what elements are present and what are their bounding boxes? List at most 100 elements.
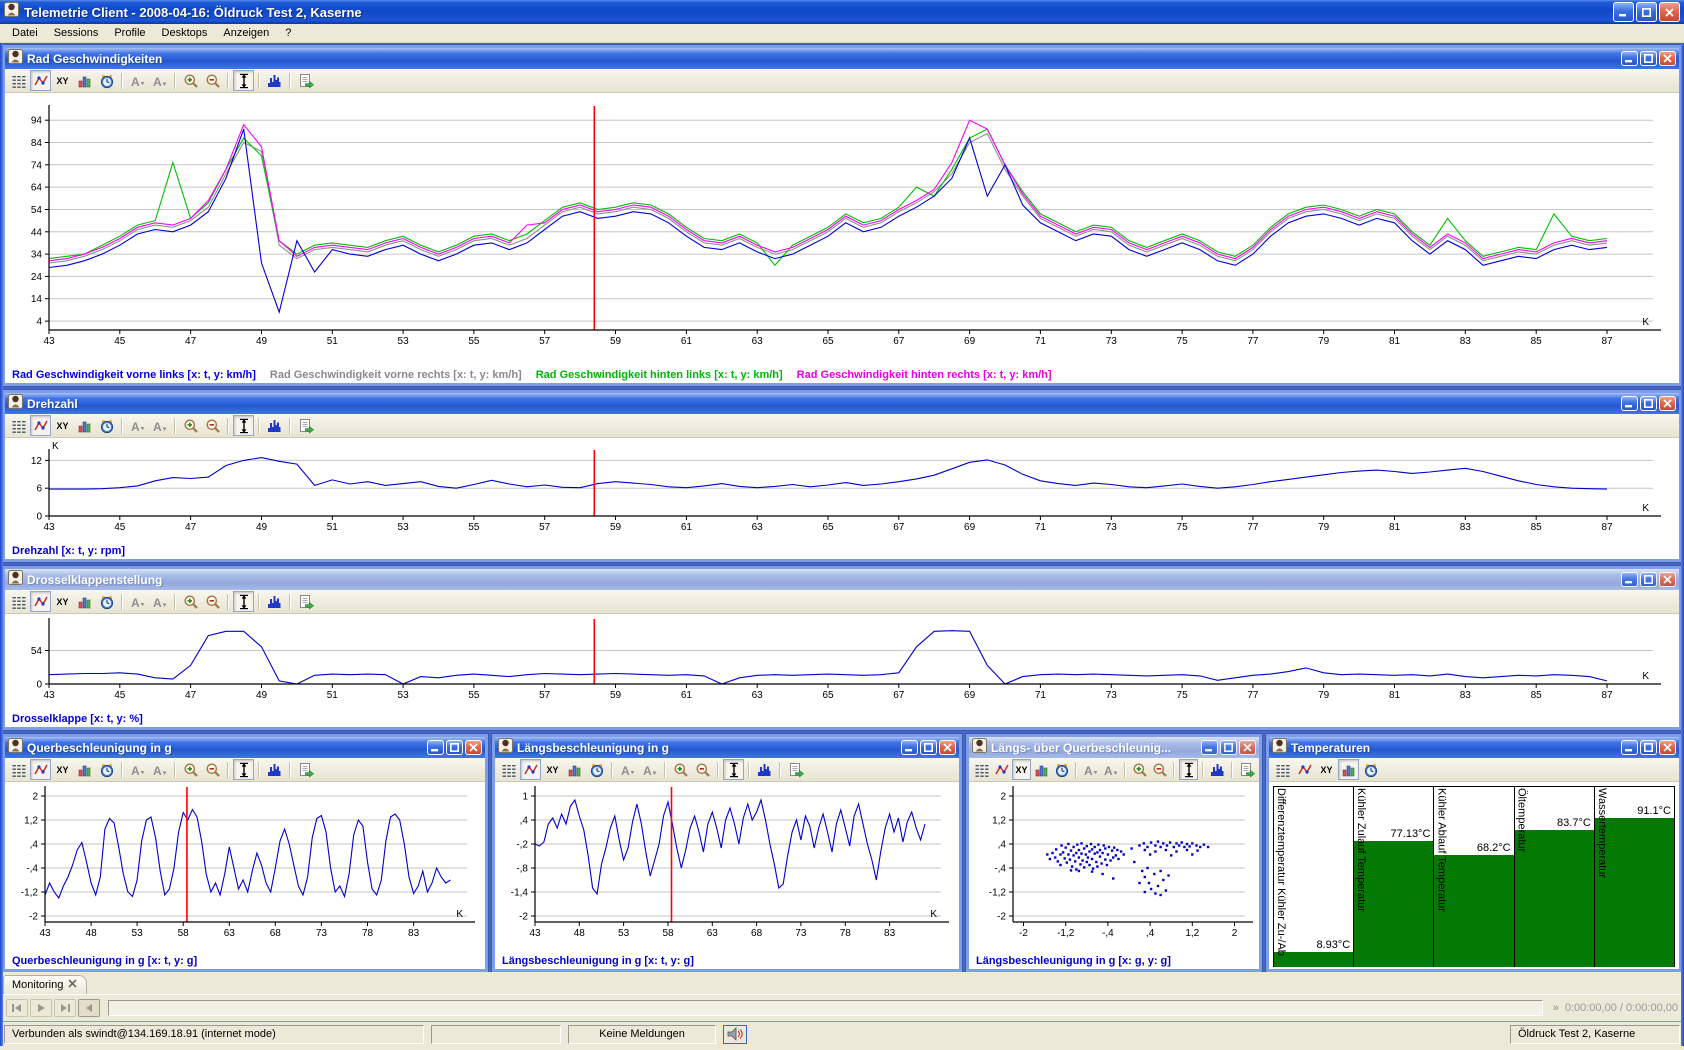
zoom-in-icon[interactable] [670, 759, 691, 780]
clock-icon[interactable] [1052, 759, 1071, 780]
a-up-icon[interactable]: A [127, 70, 148, 91]
fit-v-icon[interactable] [233, 591, 254, 612]
line-icon[interactable] [520, 759, 541, 780]
zoom-in-icon[interactable] [180, 759, 201, 780]
menu-item-profile[interactable]: Profile [106, 25, 153, 41]
clock-icon[interactable] [1360, 759, 1381, 780]
maximize-button[interactable] [1640, 740, 1657, 755]
maximize-button[interactable] [1220, 740, 1237, 755]
maximize-button[interactable] [1640, 396, 1657, 411]
hist-icon[interactable] [264, 591, 285, 612]
menu-item-anzeigen[interactable]: Anzeigen [215, 25, 277, 41]
chart-temperaturen[interactable]: Differenztemperatur Kühler Zu-/Ab 8.93°C K… [1273, 786, 1676, 967]
minimize-button[interactable] [1201, 740, 1218, 755]
chart-laengs-ueber-quer[interactable]: 2 1,2 ,4 -,4 -1,2 -2 -2 -1,2 -,4 ,4 1,2 2 [969, 782, 1259, 952]
xy-icon[interactable]: XY [1012, 759, 1031, 780]
chart-rad-geschwindigkeiten[interactable]: 94 84 74 64 54 44 34 24 14 4 43 45 47 49 51 53 55 57 59 61 6… [5, 93, 1679, 366]
hist-icon[interactable] [264, 759, 285, 780]
jump-end-button[interactable] [54, 999, 76, 1017]
step-back-button[interactable] [78, 999, 100, 1017]
hist-icon[interactable] [264, 415, 285, 436]
line-icon[interactable] [30, 591, 51, 612]
a-down-icon[interactable]: A [639, 759, 660, 780]
a-down-icon[interactable]: A [149, 759, 170, 780]
bar-icon[interactable] [1338, 759, 1359, 780]
a-down-icon[interactable]: A [1101, 759, 1120, 780]
bar-icon[interactable] [1032, 759, 1051, 780]
list-icon[interactable] [1272, 759, 1293, 780]
jump-start-button[interactable] [6, 999, 28, 1017]
tab-monitoring[interactable]: Monitoring [3, 975, 88, 994]
hist-icon[interactable] [264, 70, 285, 91]
a-down-icon[interactable]: A [149, 591, 170, 612]
minimize-button[interactable] [1621, 396, 1638, 411]
xy-icon[interactable]: XY [52, 759, 73, 780]
close-button[interactable] [1659, 572, 1676, 587]
line-icon[interactable] [992, 759, 1011, 780]
export-icon[interactable] [1237, 759, 1256, 780]
minimize-button[interactable] [1621, 51, 1638, 66]
a-up-icon[interactable]: A [127, 591, 148, 612]
xy-icon[interactable]: XY [52, 415, 73, 436]
maximize-button[interactable] [446, 740, 463, 755]
clock-icon[interactable] [96, 415, 117, 436]
hist-icon[interactable] [754, 759, 775, 780]
bar-icon[interactable] [74, 70, 95, 91]
clock-icon[interactable] [586, 759, 607, 780]
window-titlebar[interactable]: Drosselklappenstellung [5, 569, 1679, 590]
close-button[interactable] [1659, 2, 1680, 22]
list-icon[interactable] [8, 70, 29, 91]
zoom-in-icon[interactable] [1130, 759, 1149, 780]
clock-icon[interactable] [96, 70, 117, 91]
window-titlebar[interactable]: Rad Geschwindigkeiten [5, 48, 1679, 69]
list-icon[interactable] [8, 591, 29, 612]
window-titlebar[interactable]: Temperaturen [1269, 737, 1679, 758]
menu-item-?[interactable]: ? [277, 25, 299, 41]
window-titlebar[interactable]: Längsbeschleunigung in g [495, 737, 959, 758]
close-button[interactable] [1659, 740, 1676, 755]
zoom-out-icon[interactable] [202, 70, 223, 91]
zoom-out-icon[interactable] [202, 591, 223, 612]
fit-v-icon[interactable] [1179, 759, 1198, 780]
a-down-icon[interactable]: A [149, 415, 170, 436]
fit-v-icon[interactable] [233, 70, 254, 91]
close-button[interactable] [939, 740, 956, 755]
fit-v-icon[interactable] [723, 759, 744, 780]
zoom-out-icon[interactable] [692, 759, 713, 780]
export-icon[interactable] [785, 759, 806, 780]
maximize-button[interactable] [920, 740, 937, 755]
line-icon[interactable] [30, 415, 51, 436]
line-icon[interactable] [30, 759, 51, 780]
a-up-icon[interactable]: A [127, 759, 148, 780]
list-icon[interactable] [498, 759, 519, 780]
maximize-button[interactable] [1640, 572, 1657, 587]
minimize-button[interactable] [1613, 2, 1634, 22]
window-titlebar[interactable]: Längs- über Querbeschleunig... [969, 737, 1259, 758]
menu-item-desktops[interactable]: Desktops [154, 25, 216, 41]
line-icon[interactable] [1294, 759, 1315, 780]
minimize-button[interactable] [1621, 572, 1638, 587]
zoom-in-icon[interactable] [180, 591, 201, 612]
minimize-button[interactable] [901, 740, 918, 755]
chart-drosselklappe[interactable]: 54 0 43 45 47 49 51 53 55 57 59 61 63 65 67 69 71 73 75 77 7… [5, 614, 1679, 710]
window-titlebar[interactable]: Querbeschleunigung in g [5, 737, 485, 758]
fit-v-icon[interactable] [233, 415, 254, 436]
maximize-button[interactable] [1640, 51, 1657, 66]
zoom-out-icon[interactable] [1150, 759, 1169, 780]
fit-v-icon[interactable] [233, 759, 254, 780]
a-down-icon[interactable]: A [149, 70, 170, 91]
xy-icon[interactable]: XY [52, 591, 73, 612]
play-button[interactable] [30, 999, 52, 1017]
a-up-icon[interactable]: A [617, 759, 638, 780]
close-button[interactable] [465, 740, 482, 755]
zoom-out-icon[interactable] [202, 415, 223, 436]
sound-button[interactable] [723, 1024, 747, 1044]
xy-icon[interactable]: XY [542, 759, 563, 780]
export-icon[interactable] [295, 415, 316, 436]
clock-icon[interactable] [96, 759, 117, 780]
zoom-in-icon[interactable] [180, 70, 201, 91]
export-icon[interactable] [295, 759, 316, 780]
chart-drehzahl[interactable]: 12 6 0 43 45 47 49 51 53 55 57 59 61 63 65 67 69 71 73 75 77… [5, 438, 1679, 542]
minimize-button[interactable] [427, 740, 444, 755]
bar-icon[interactable] [74, 759, 95, 780]
